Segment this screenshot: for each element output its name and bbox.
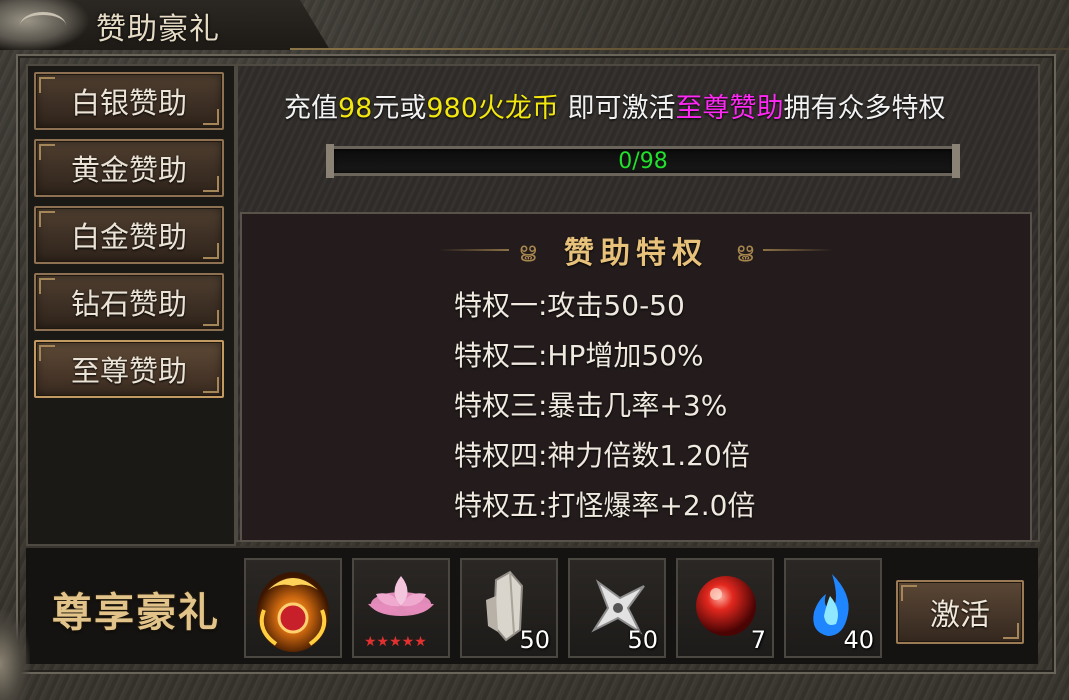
- privilege-item: 特权四:神力倍数1.20倍: [454, 439, 750, 472]
- cloud-ornament-icon: ൠ: [518, 238, 536, 262]
- sidebar-item-platinum[interactable]: 白金赞助: [34, 206, 224, 264]
- pink-lotus-icon: ★★★★★: [364, 576, 434, 650]
- reward-count: 40: [843, 626, 874, 654]
- privilege-item: 特权三:暴击几率+3%: [454, 389, 728, 422]
- ornament-line-right: [763, 249, 834, 251]
- privileges-header: ൠ 赞助特权 ൠ: [242, 228, 1030, 272]
- promo-tier: 至尊赞助: [675, 93, 784, 124]
- progress-cap-right: [952, 144, 960, 178]
- reward-slot[interactable]: [244, 558, 342, 658]
- privileges-title: 赞助特权: [564, 236, 708, 271]
- ornament-line-left: [438, 249, 509, 251]
- sidebar-item-supreme[interactable]: 至尊赞助: [34, 340, 224, 398]
- promo-text-4: 拥有众多特权: [783, 93, 946, 124]
- reward-count: 7: [750, 626, 766, 654]
- sidebar-item-gold[interactable]: 黄金赞助: [34, 139, 224, 197]
- reward-slot[interactable]: 7: [676, 558, 774, 658]
- privileges-panel: ൠ 赞助特权 ൠ 特权一:攻击50-50 特权二:HP增加50% 特权三:暴击几…: [240, 212, 1032, 542]
- reward-count: 50: [627, 626, 658, 654]
- title-divider: [290, 48, 1069, 50]
- reward-slot[interactable]: 50: [460, 558, 558, 658]
- sidebar-item-silver[interactable]: 白银赞助: [34, 72, 224, 130]
- activate-button[interactable]: 激活: [896, 580, 1024, 644]
- promo-text-2: 元或: [372, 93, 427, 124]
- privilege-item: 特权五:打怪爆率+2.0倍: [454, 489, 756, 522]
- rewards-label: 尊享豪礼: [52, 589, 220, 636]
- reward-slot[interactable]: 40: [784, 558, 882, 658]
- svg-text:★★★★★: ★★★★★: [364, 634, 427, 650]
- privilege-item: 特权二:HP增加50%: [454, 339, 704, 372]
- dragon-emblem-icon: [0, 0, 90, 52]
- promo-text-1: 充值: [284, 93, 338, 124]
- promo-text-3: 即可激活: [558, 93, 676, 124]
- reward-slot[interactable]: 50: [568, 558, 666, 658]
- corner-ornament: [0, 610, 30, 700]
- recharge-promo-text: 充值98元或980火龙币 即可激活至尊赞助拥有众多特权: [284, 86, 946, 125]
- progress-text: 0/98: [618, 148, 668, 174]
- recharge-progress-bar: 0/98: [326, 144, 960, 178]
- promo-amount-coin: 980火龙币: [426, 93, 559, 124]
- cloud-ornament-icon: ൠ: [736, 238, 754, 262]
- reward-count: 50: [519, 626, 550, 654]
- window-title: 赞助豪礼: [96, 12, 220, 47]
- sidebar-item-diamond[interactable]: 钻石赞助: [34, 273, 224, 331]
- golden-dragon-medal-icon: [257, 572, 329, 652]
- reward-slot[interactable]: ★★★★★: [352, 558, 450, 658]
- privilege-item: 特权一:攻击50-50: [454, 289, 685, 322]
- promo-amount-yuan: 98: [338, 93, 373, 124]
